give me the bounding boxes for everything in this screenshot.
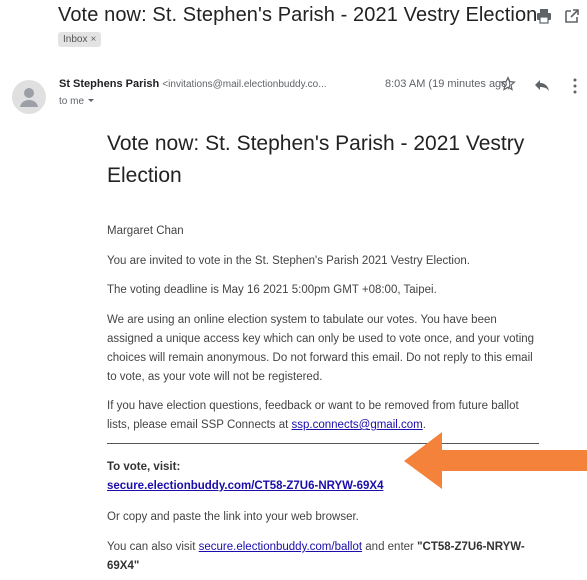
recipient-line[interactable]: to me: [59, 96, 95, 107]
copy-paste-text: Or copy and paste the link into your web…: [107, 511, 359, 523]
chevron-down-icon[interactable]: [87, 96, 95, 107]
inbox-label-text: Inbox: [63, 34, 88, 45]
email-body-heading: Vote now: St. Stephen's Parish - 2021 Ve…: [107, 132, 525, 187]
also-middle: and enter: [362, 541, 418, 553]
sender-email: <invitations@mail.electionbuddy.co...: [162, 79, 327, 90]
star-icon[interactable]: [500, 76, 516, 97]
deadline-text: The voting deadline is May 16 2021 5:00p…: [107, 284, 437, 296]
info-paragraph: We are using an online election system t…: [107, 314, 535, 383]
email-time: 8:03 AM (19 minutes ago): [385, 78, 511, 90]
remove-label-icon[interactable]: ×: [90, 34, 96, 45]
print-icon[interactable]: [536, 8, 552, 27]
reply-icon[interactable]: [534, 78, 550, 97]
orange-arrow-annotation: [404, 432, 587, 489]
invite-text: You are invited to vote in the St. Steph…: [107, 255, 470, 267]
also-prefix: You can also visit: [107, 541, 199, 553]
more-vertical-icon[interactable]: [572, 78, 578, 99]
email-subject: Vote now: St. Stephen's Parish - 2021 Ve…: [58, 4, 538, 26]
greeting: Margaret Chan: [107, 225, 184, 237]
sender-line: St Stephens Parish <invitations@mail.ele…: [59, 78, 327, 90]
ballot-link[interactable]: secure.electionbuddy.com/ballot: [199, 541, 362, 553]
alternative-instructions: You can also visit secure.electionbuddy.…: [107, 538, 527, 576]
recipient-text: to me: [59, 96, 85, 107]
avatar-icon: [12, 80, 46, 114]
open-new-window-icon[interactable]: [564, 8, 580, 27]
sender-name: St Stephens Parish: [59, 78, 160, 90]
vote-link[interactable]: secure.electionbuddy.com/CT58-Z7U6-NRYW-…: [107, 480, 383, 492]
inbox-label-chip[interactable]: Inbox ×: [58, 32, 102, 47]
